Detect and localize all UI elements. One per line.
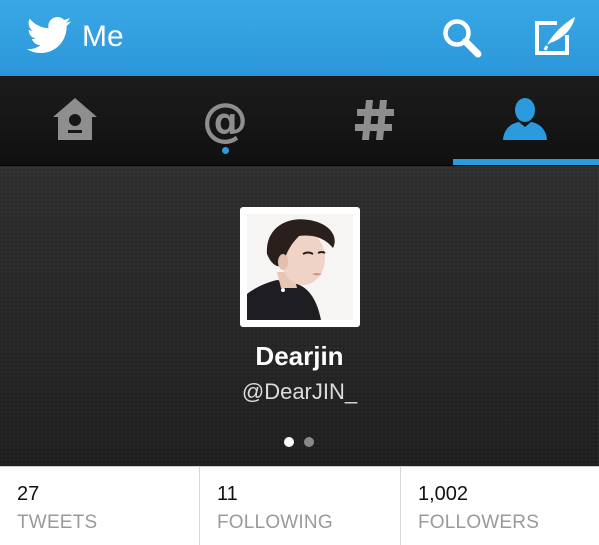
stat-count: 1,002 — [418, 483, 469, 505]
search-button[interactable] — [441, 17, 483, 59]
action-bar: Me — [0, 0, 599, 76]
search-icon — [443, 19, 482, 58]
stat-count: 11 — [217, 483, 238, 505]
page-indicator — [284, 434, 324, 447]
page-title: Me — [82, 20, 124, 53]
unread-dot — [222, 147, 229, 154]
tab-mentions[interactable]: @ — [150, 76, 300, 166]
profile-header: Dearjin @DearJIN_ — [0, 166, 599, 466]
stat-label: FOLLOWING — [217, 512, 333, 533]
compose-icon — [535, 17, 575, 55]
tab-home[interactable] — [0, 76, 150, 166]
tab-bar: @ — [0, 76, 599, 166]
stat-label: TWEETS — [17, 512, 98, 533]
avatar[interactable] — [240, 207, 360, 327]
tab-me[interactable] — [450, 76, 599, 166]
stat-following[interactable]: 11 FOLLOWING — [199, 467, 400, 545]
profile-stats: 27 TWEETS 11 FOLLOWING 1,002 FOLLOWERS — [0, 466, 599, 545]
avatar-image — [247, 214, 353, 320]
stat-followers[interactable]: 1,002 FOLLOWERS — [400, 467, 599, 545]
stat-label: FOLLOWERS — [418, 512, 540, 533]
stat-count: 27 — [17, 483, 40, 505]
profile-handle: @DearJIN_ — [241, 379, 358, 404]
stat-tweets[interactable]: 27 TWEETS — [0, 467, 199, 545]
twitter-bird-icon — [26, 17, 71, 53]
person-icon — [503, 98, 547, 140]
profile-display-name: Dearjin — [255, 341, 344, 371]
hashtag-icon — [355, 100, 394, 140]
svg-text:@: @ — [202, 96, 248, 144]
avatar-portrait-illustration — [247, 214, 353, 320]
page-dot-active — [284, 437, 294, 447]
home-birdhouse-icon — [53, 98, 97, 140]
at-icon: @ — [202, 96, 248, 144]
page-dot — [304, 437, 314, 447]
compose-button[interactable] — [531, 15, 579, 59]
tab-discover[interactable] — [300, 76, 450, 166]
